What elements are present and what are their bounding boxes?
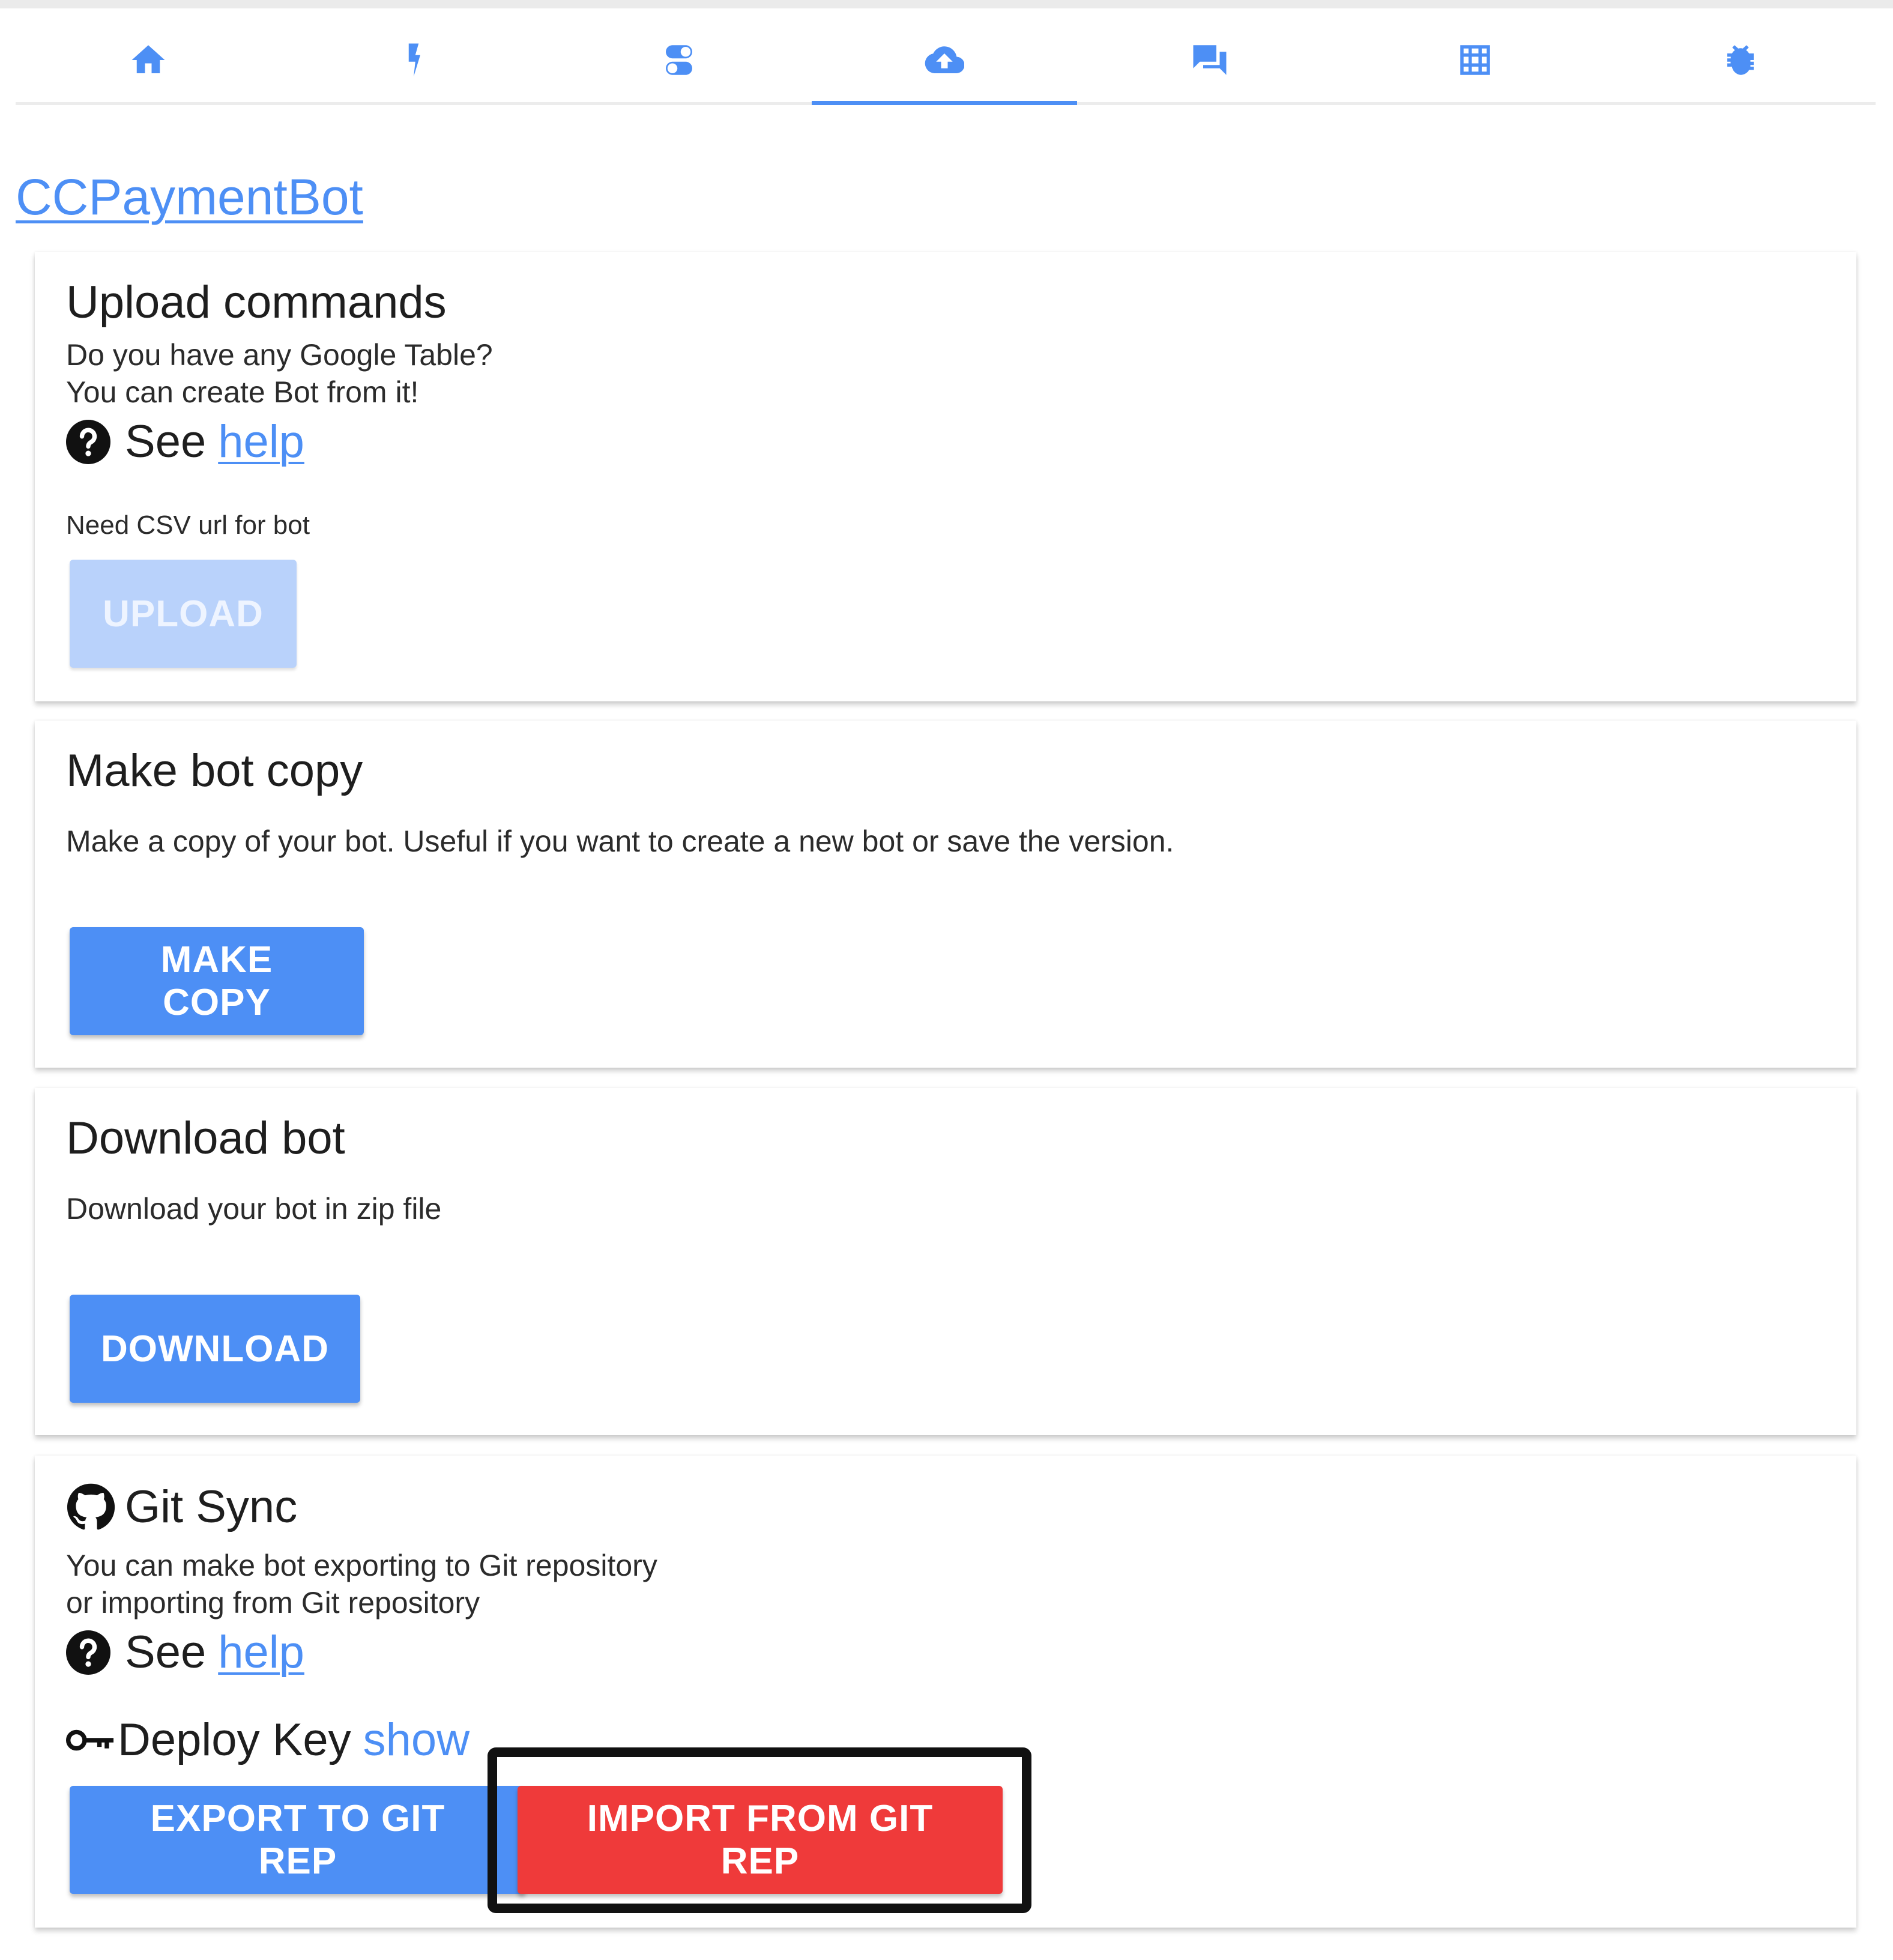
git-card-title-text: Git Sync bbox=[125, 1481, 298, 1532]
upload-csv-hint: Need CSV url for bot bbox=[66, 510, 310, 540]
copy-card-title: Make bot copy bbox=[66, 745, 363, 796]
tab-settings[interactable] bbox=[546, 18, 812, 102]
deploy-key-line: Deploy Key show bbox=[66, 1714, 469, 1766]
tab-errors[interactable] bbox=[1608, 18, 1873, 102]
toggle-icon bbox=[666, 45, 692, 75]
git-card-desc-line1: You can make bot exporting to Git reposi… bbox=[66, 1549, 657, 1582]
make-copy-card: Make bot copy Make a copy of your bot. U… bbox=[35, 721, 1856, 1068]
export-to-git-button[interactable]: EXPORT TO GIT REP bbox=[70, 1786, 526, 1894]
cloud-upload-icon bbox=[925, 46, 964, 74]
question-icon bbox=[66, 1630, 110, 1675]
tab-commands[interactable] bbox=[281, 18, 546, 102]
upload-card-desc-line2: You can create Bot from it! bbox=[66, 375, 419, 409]
tab-upload[interactable] bbox=[812, 18, 1077, 105]
tab-tables[interactable] bbox=[1342, 18, 1608, 102]
upload-card-title: Upload commands bbox=[66, 277, 447, 328]
make-copy-button[interactable]: MAKE COPY bbox=[70, 927, 364, 1035]
deploy-key-label: Deploy Key bbox=[118, 1714, 351, 1765]
github-icon bbox=[67, 1483, 115, 1529]
nav-tabs bbox=[16, 18, 1876, 105]
download-card-title: Download bot bbox=[66, 1113, 345, 1164]
download-bot-card: Download bot Download your bot in zip fi… bbox=[35, 1088, 1856, 1435]
home-icon bbox=[131, 45, 165, 73]
chat-icon bbox=[1193, 45, 1227, 75]
import-from-git-button[interactable]: IMPORT FROM GIT REP bbox=[518, 1786, 1003, 1894]
download-card-desc: Download your bot in zip file bbox=[66, 1192, 442, 1226]
git-card-desc-line2: or importing from Git repository bbox=[66, 1586, 480, 1620]
upload-see-text: See bbox=[125, 416, 207, 467]
git-help-link[interactable]: help bbox=[218, 1626, 304, 1678]
upload-help-line: See help bbox=[66, 416, 304, 468]
top-strip bbox=[0, 0, 1893, 8]
git-card-title: Git Sync bbox=[66, 1481, 297, 1533]
git-help-line: See help bbox=[66, 1626, 304, 1678]
bolt-icon bbox=[408, 43, 420, 77]
upload-commands-card: Upload commands Do you have any Google T… bbox=[35, 252, 1856, 701]
copy-card-desc: Make a copy of your bot. Useful if you w… bbox=[66, 824, 1174, 858]
question-icon bbox=[66, 419, 110, 464]
git-see-text: See bbox=[125, 1627, 207, 1678]
git-sync-card: Git Sync You can make bot exporting to G… bbox=[35, 1456, 1856, 1928]
bug-icon bbox=[1727, 45, 1754, 75]
upload-help-link[interactable]: help bbox=[218, 416, 304, 468]
grid-icon bbox=[1460, 45, 1490, 75]
tab-home[interactable] bbox=[16, 18, 281, 102]
upload-button[interactable]: UPLOAD bbox=[70, 560, 297, 668]
download-button[interactable]: DOWNLOAD bbox=[70, 1295, 360, 1403]
bot-name-link[interactable]: CCPaymentBot bbox=[16, 168, 363, 226]
key-icon bbox=[66, 1729, 114, 1750]
deploy-key-show-link[interactable]: show bbox=[363, 1714, 469, 1766]
upload-card-desc-line1: Do you have any Google Table? bbox=[66, 338, 493, 372]
tab-chats[interactable] bbox=[1077, 18, 1342, 102]
